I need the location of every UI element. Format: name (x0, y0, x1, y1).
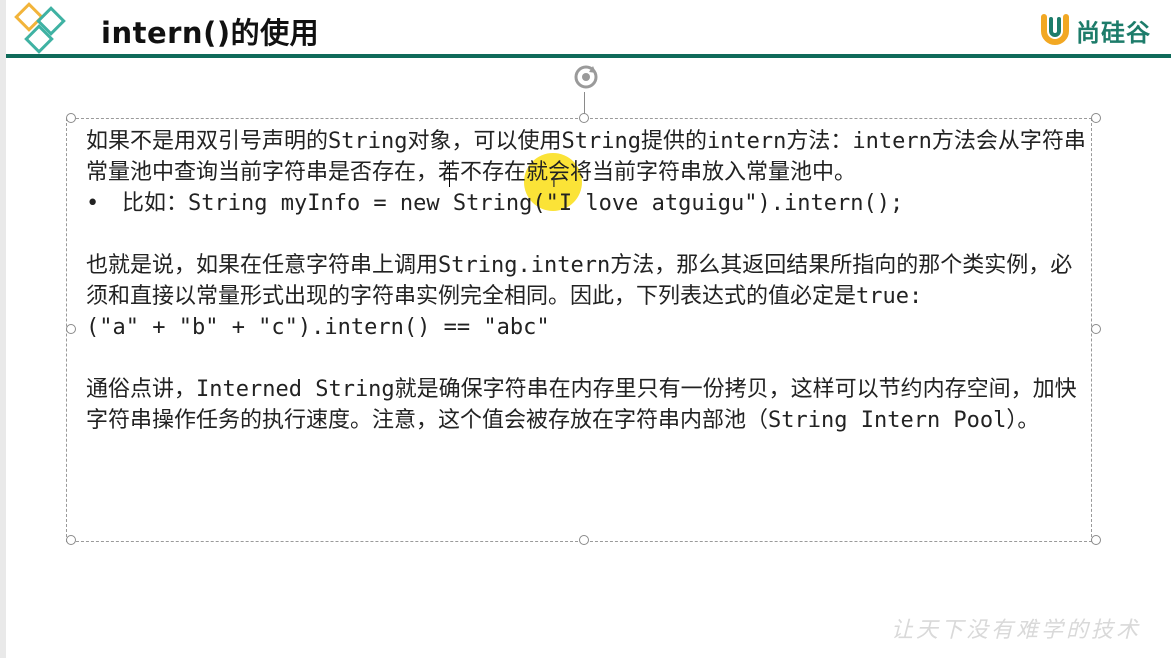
slide-header: intern()的使用 尚硅谷 (6, 0, 1171, 58)
resize-handle-top[interactable] (579, 113, 589, 123)
brand-logo: 尚硅谷 (1038, 12, 1151, 48)
code-expression: ("a" + "b" + "c").intern() == "abc" (86, 315, 550, 340)
rotate-handle-icon[interactable] (571, 62, 601, 92)
watermark: 让天下没有难学的技术 (890, 618, 1141, 643)
resize-handle-right[interactable] (1091, 324, 1101, 334)
resize-handle-bottom-left[interactable] (66, 535, 76, 545)
bullet-example: • 比如：String myInfo = new String("I love … (86, 188, 1086, 219)
bullet-example-text: 比如：String myInfo = new String("I love at… (122, 191, 904, 216)
text-caret (449, 163, 450, 187)
resize-handle-bottom[interactable] (579, 535, 589, 545)
resize-handle-bottom-right[interactable] (1091, 535, 1101, 545)
diamonds-logo-icon (14, 2, 66, 54)
resize-handle-left[interactable] (66, 324, 76, 334)
resize-handle-top-right[interactable] (1091, 113, 1101, 123)
text-box-content[interactable]: 如果不是用双引号声明的String对象，可以使用String提供的intern方… (86, 126, 1086, 436)
paragraph-intern-summary: 通俗点讲，Interned String就是确保字符串在内存里只有一份拷贝，这样… (86, 377, 1077, 433)
paragraph-intern-semantics: 也就是说，如果在任意字符串上调用String.intern方法，那么其返回结果所… (86, 253, 1073, 309)
header-rule (6, 54, 1171, 58)
u-logo-icon (1041, 14, 1069, 45)
text-cursor-icon: I (552, 176, 556, 191)
bullet-marker: • (86, 191, 100, 216)
brand-name: 尚硅谷 (1076, 18, 1151, 47)
page-title: intern()的使用 (101, 16, 320, 50)
paragraph-intern-intro: 如果不是用双引号声明的String对象，可以使用String提供的intern方… (86, 129, 1086, 185)
resize-handle-top-left[interactable] (66, 113, 76, 123)
